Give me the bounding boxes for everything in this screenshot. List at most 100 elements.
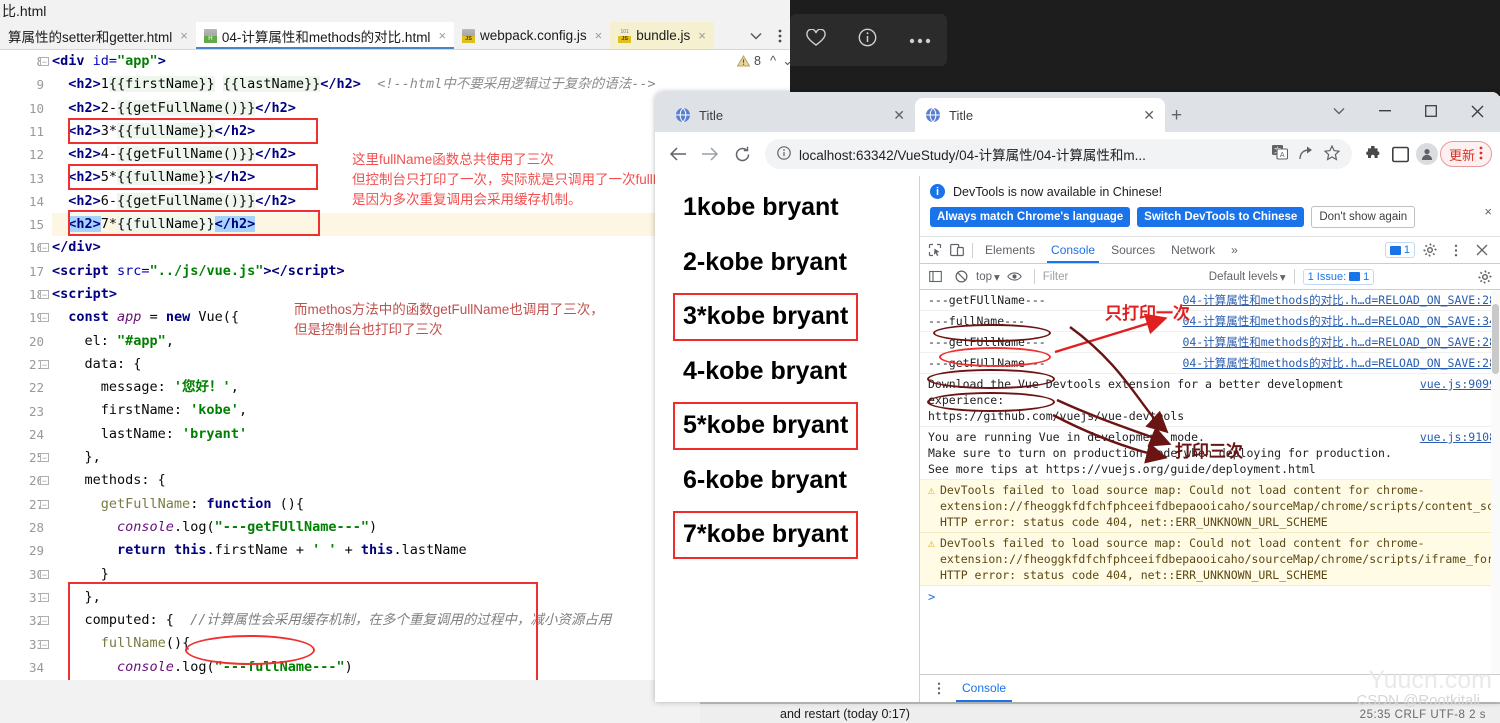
dont-show-again-button[interactable]: Don't show again <box>1311 206 1416 228</box>
fold-expand-icon[interactable]: − <box>40 453 49 463</box>
chrome-tab-strip[interactable]: Title ✕ Title ✕ + <box>655 92 1500 132</box>
fold-collapse-icon[interactable]: − <box>40 476 49 486</box>
fold-collapse-icon[interactable]: − <box>40 359 49 369</box>
fold-expand-icon[interactable]: − <box>40 592 49 602</box>
live-expression-eye-icon[interactable] <box>1004 266 1026 288</box>
info-icon[interactable] <box>858 28 877 52</box>
reload-icon[interactable] <box>727 139 757 169</box>
tab-options-more-vertical-icon[interactable] <box>769 26 791 46</box>
drawer-tab-console[interactable]: Console <box>956 675 1013 702</box>
switch-devtools-language-button[interactable]: Switch DevTools to Chinese <box>1137 207 1305 227</box>
console-filter-bar[interactable]: top ▾ Filter Default levels ▾ 1 Issue: 1 <box>920 264 1500 290</box>
code-line-8[interactable]: <div id="app"> <box>52 50 795 73</box>
devtools-tab-network[interactable]: Network <box>1163 237 1223 263</box>
notice-close-icon[interactable]: × <box>1484 204 1492 219</box>
devtools-tab-console[interactable]: Console <box>1043 237 1103 263</box>
fold-collapse-icon[interactable]: − <box>40 57 49 67</box>
editor-tab-1-close-icon[interactable]: × <box>438 28 446 43</box>
info-circle-icon[interactable] <box>777 145 791 163</box>
console-row-5-source-link[interactable]: vue.js:9108 <box>1420 429 1496 477</box>
editor-tab-3[interactable]: bundle.js × <box>610 22 714 49</box>
console-row-3[interactable]: ---getFUllName--- 04-计算属性和methods的对比.h…d=… <box>920 353 1500 374</box>
console-row-1[interactable]: ---fullName--- 04-计算属性和methods的对比.h…d=REL… <box>920 311 1500 332</box>
fold-collapse-icon[interactable]: − <box>40 243 49 253</box>
gear-icon[interactable] <box>1419 239 1441 261</box>
more-horizontal-icon[interactable] <box>909 31 931 49</box>
console-sidebar-icon[interactable] <box>924 266 946 288</box>
editor-tab-1[interactable]: 04-计算属性和methods的对比.html × <box>195 22 455 49</box>
side-panel-icon[interactable] <box>1388 141 1414 167</box>
fold-collapse-icon[interactable]: − <box>40 639 49 649</box>
window-controls[interactable] <box>1316 92 1500 130</box>
tab-list-chevron-down-icon[interactable] <box>745 26 767 46</box>
fold-collapse-icon[interactable]: − <box>40 616 49 626</box>
fold-collapse-icon[interactable]: − <box>40 499 49 509</box>
devtools-tabs-overflow-icon[interactable]: » <box>1223 237 1246 263</box>
devtools-tab-sources[interactable]: Sources <box>1103 237 1163 263</box>
console-filter-input[interactable]: Filter <box>1043 271 1113 283</box>
back-icon[interactable] <box>663 139 693 169</box>
floating-action-toolbar[interactable] <box>790 14 947 66</box>
editor-tab-3-close-icon[interactable]: × <box>698 28 706 43</box>
device-toolbar-icon[interactable] <box>946 239 968 261</box>
chrome-tab-1-close-icon[interactable]: ✕ <box>1143 107 1155 124</box>
devtools-tab-elements[interactable]: Elements <box>977 237 1043 263</box>
inspection-warning-badge[interactable]: 8 <box>737 54 761 68</box>
console-row-2[interactable]: ---getFUllName--- 04-计算属性和methods的对比.h…d=… <box>920 332 1500 353</box>
bookmark-star-icon[interactable] <box>1323 144 1341 164</box>
editor-tab-0-close-icon[interactable]: × <box>180 28 188 43</box>
console-row-6[interactable]: ⚠ DevTools failed to load source map: Cou… <box>920 480 1500 533</box>
fold-collapse-icon[interactable]: − <box>40 313 49 323</box>
line-number-12: 12 <box>28 147 44 163</box>
console-settings-gear-icon[interactable] <box>1474 266 1496 288</box>
translate-icon[interactable]: 文A <box>1271 145 1289 163</box>
console-row-7[interactable]: ⚠ DevTools failed to load source map: Cou… <box>920 533 1500 586</box>
console-scrollbar[interactable] <box>1491 290 1500 674</box>
prev-warning-chevron-up-icon[interactable]: ^ <box>770 53 776 69</box>
share-icon[interactable] <box>1298 145 1314 164</box>
console-row-4[interactable]: Download the Vue Devtools extension for … <box>920 374 1500 427</box>
update-button[interactable]: 更新 <box>1439 141 1492 167</box>
devtools-tab-bar[interactable]: Elements Console Sources Network » 1 <box>920 237 1500 264</box>
fold-expand-icon[interactable]: − <box>40 569 49 579</box>
issues-badge[interactable]: 1 Issue: 1 <box>1302 268 1375 285</box>
console-row-0-source-link[interactable]: 04-计算属性和methods的对比.h…d=RELOAD_ON_SAVE:28 <box>1182 292 1496 308</box>
chrome-toolbar[interactable]: localhost:63342/VueStudy/04-计算属性/04-计算属性… <box>655 132 1500 176</box>
chrome-tab-0[interactable]: Title ✕ <box>665 98 915 132</box>
address-bar[interactable]: localhost:63342/VueStudy/04-计算属性/04-计算属性… <box>765 139 1352 169</box>
chrome-tab-1[interactable]: Title ✕ <box>915 98 1165 132</box>
console-row-0[interactable]: ---getFUllName--- 04-计算属性和methods的对比.h…d=… <box>920 290 1500 311</box>
console-row-1-source-link[interactable]: 04-计算属性和methods的对比.h…d=RELOAD_ON_SAVE:34 <box>1182 313 1496 329</box>
editor-tab-0[interactable]: 算属性的setter和getter.html × <box>0 22 196 49</box>
fold-collapse-icon[interactable]: − <box>40 290 49 300</box>
console-prompt[interactable]: > <box>920 586 1500 608</box>
editor-tab-bar[interactable]: 算属性的setter和getter.html × 04-计算属性和methods… <box>0 22 795 50</box>
console-row-3-source-link[interactable]: 04-计算属性和methods的对比.h…d=RELOAD_ON_SAVE:28 <box>1182 355 1496 371</box>
console-row-2-source-link[interactable]: 04-计算属性和methods的对比.h…d=RELOAD_ON_SAVE:28 <box>1182 334 1496 350</box>
devtools-close-icon[interactable] <box>1471 239 1493 261</box>
new-tab-button[interactable]: + <box>1171 106 1182 125</box>
close-icon[interactable] <box>1454 92 1500 130</box>
maximize-icon[interactable] <box>1408 92 1454 130</box>
inspect-element-icon[interactable] <box>924 239 946 261</box>
chrome-menu-more-vertical-icon[interactable] <box>1479 146 1483 163</box>
message-count-badge[interactable]: 1 <box>1384 242 1415 258</box>
clear-console-icon[interactable] <box>950 266 972 288</box>
chrome-tab-0-close-icon[interactable]: ✕ <box>893 107 905 124</box>
tab-search-chevron-down-icon[interactable] <box>1316 92 1362 130</box>
console-levels-selector[interactable]: Default levels ▾ <box>1209 270 1286 284</box>
forward-icon[interactable] <box>695 139 725 169</box>
extensions-puzzle-icon[interactable] <box>1360 141 1386 167</box>
profile-avatar-icon[interactable] <box>1415 143 1438 165</box>
minimize-icon[interactable] <box>1362 92 1408 130</box>
drawer-more-vertical-icon[interactable] <box>928 678 950 700</box>
heart-icon[interactable] <box>806 27 826 52</box>
editor-tab-2[interactable]: webpack.config.js × <box>454 22 610 49</box>
always-match-language-button[interactable]: Always match Chrome's language <box>930 207 1131 227</box>
devtools-more-vertical-icon[interactable] <box>1445 239 1467 261</box>
console-row-4-source-link[interactable]: vue.js:9099 <box>1420 376 1496 424</box>
console-context-selector[interactable]: top ▾ <box>976 270 1000 284</box>
scrollbar-thumb[interactable] <box>1492 304 1499 374</box>
editor-tab-2-close-icon[interactable]: × <box>595 28 603 43</box>
console-message-list[interactable]: ---getFUllName--- 04-计算属性和methods的对比.h…d=… <box>920 290 1500 674</box>
